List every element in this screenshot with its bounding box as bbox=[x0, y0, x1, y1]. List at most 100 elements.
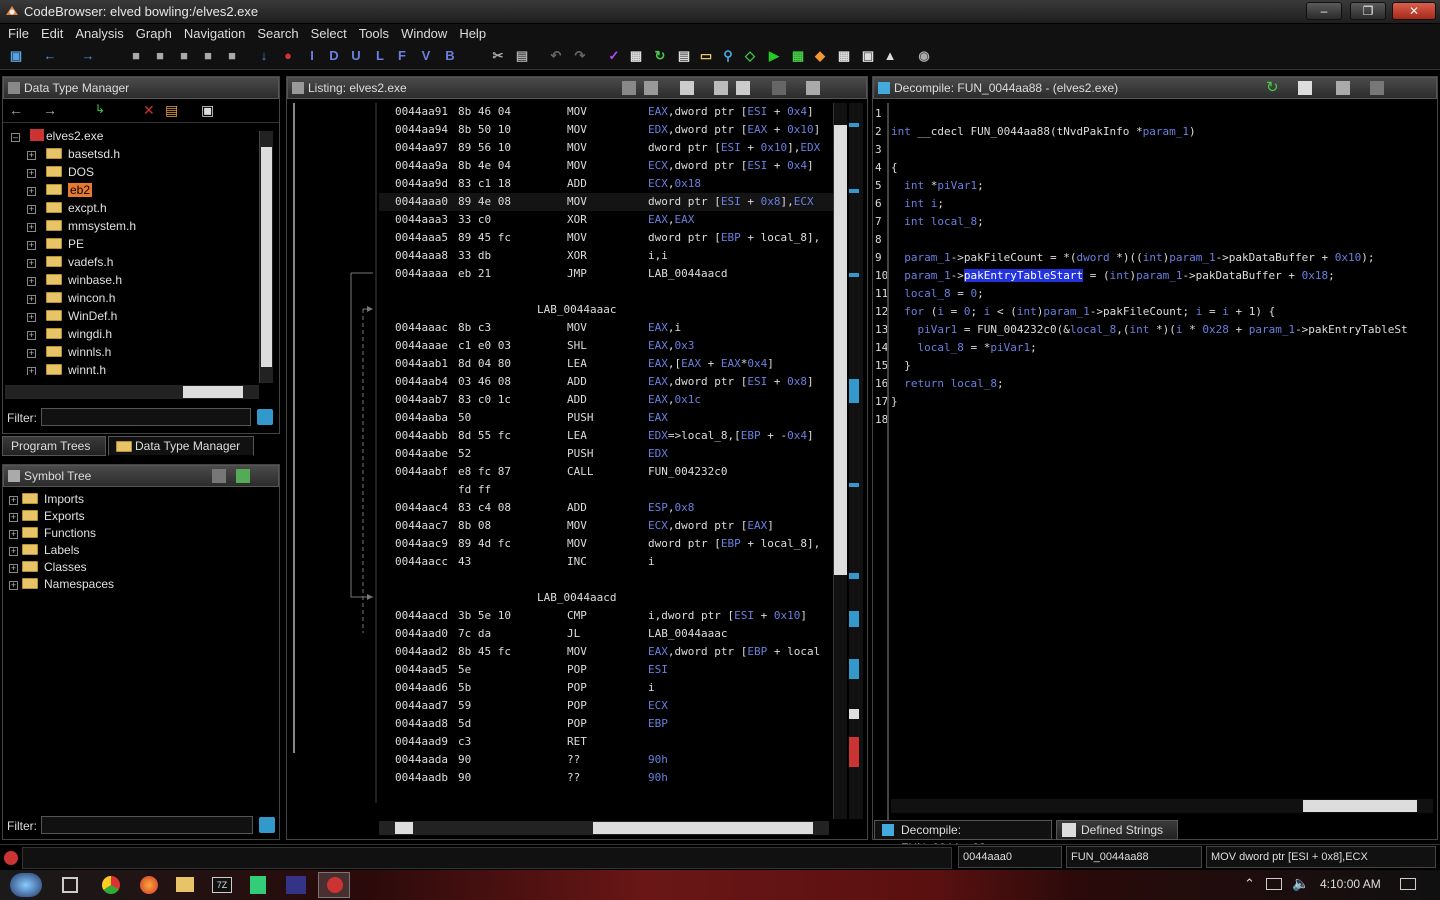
dtm-root[interactable]: – elves2.exe bbox=[11, 127, 279, 145]
maximize-button[interactable]: ❐ bbox=[1350, 2, 1386, 20]
stop-icon[interactable]: ● bbox=[280, 48, 296, 64]
decompile-line[interactable]: 4{ bbox=[875, 159, 1435, 177]
dtm-hscroll-thumb[interactable] bbox=[183, 386, 243, 398]
code-text[interactable]: local_8 = 0; bbox=[891, 285, 983, 303]
decompile-line[interactable]: 11 local_8 = 0; bbox=[875, 285, 1435, 303]
redo-icon[interactable]: ↷ bbox=[572, 48, 588, 64]
symtree-item[interactable]: + Exports bbox=[9, 508, 279, 525]
listing-row[interactable]: 0044aabf e8 fc 87 CALL FUN_004232c0 bbox=[379, 463, 835, 481]
listing-row[interactable]: 0044aacd 3b 5e 10 CMP i,dword ptr [ESI + 0x… bbox=[379, 607, 835, 625]
expand-icon[interactable]: + bbox=[9, 530, 18, 539]
firefox-icon[interactable] bbox=[140, 876, 158, 894]
checkmark-icon[interactable]: ✓ bbox=[606, 48, 622, 64]
listing-label-row[interactable]: LAB_0044aaac bbox=[379, 301, 835, 319]
refresh-icon[interactable]: ↻ bbox=[652, 48, 668, 64]
listing-options-icon[interactable] bbox=[806, 81, 820, 95]
expand-icon[interactable]: + bbox=[9, 581, 18, 590]
network-icon[interactable] bbox=[1266, 878, 1282, 890]
code-text[interactable]: piVar1 = FUN_004232c0(&local_8,(int *)(i… bbox=[891, 321, 1408, 339]
expand-icon[interactable]: + bbox=[27, 223, 36, 232]
navigate-label-icon[interactable]: ■ bbox=[200, 48, 216, 64]
listing-blank-row[interactable] bbox=[379, 571, 835, 589]
nav-i-icon[interactable]: I bbox=[304, 48, 320, 64]
listing-row[interactable]: 0044aabb 8d 55 fc LEA EDX=>local_8,[EBP + -… bbox=[379, 427, 835, 445]
menu-tools[interactable]: Tools bbox=[353, 24, 395, 44]
expand-icon[interactable]: + bbox=[9, 513, 18, 522]
listing-row[interactable]: 0044aab1 8d 04 80 LEA EAX,[EAX + EAX*0x4] bbox=[379, 355, 835, 373]
listing-row[interactable]: 0044aadb 90?? 90h bbox=[379, 769, 835, 787]
listing-vscroll-thumb[interactable] bbox=[834, 125, 847, 575]
dtm-item[interactable]: + winnt.h bbox=[11, 361, 279, 375]
cursor-icon[interactable] bbox=[680, 81, 694, 95]
menu-select[interactable]: Select bbox=[305, 24, 353, 44]
dtm-item[interactable]: + PE bbox=[11, 235, 279, 253]
dtm-item[interactable]: + wingdi.h bbox=[11, 325, 279, 343]
decompile-line[interactable]: 1 bbox=[875, 105, 1435, 123]
selected-token[interactable]: pakEntryTableStart bbox=[963, 269, 1084, 282]
decompile-line[interactable]: 7 int local_8; bbox=[875, 213, 1435, 231]
search-icon[interactable]: ⚲ bbox=[720, 48, 736, 64]
decompile-line[interactable]: 14 local_8 = *piVar1; bbox=[875, 339, 1435, 357]
decompile-line[interactable]: 18 bbox=[875, 411, 1435, 429]
code-text[interactable]: local_8 = *piVar1; bbox=[891, 339, 1037, 357]
dtm-vscrollbar[interactable] bbox=[259, 131, 273, 383]
dtm-item[interactable]: + wincon.h bbox=[11, 289, 279, 307]
listing-row[interactable]: 0044aad8 5d POP EBP bbox=[379, 715, 835, 733]
dtm-archive-icon[interactable]: ▤ bbox=[165, 102, 178, 119]
menu-analysis[interactable]: Analysis bbox=[69, 24, 129, 44]
decompile-line[interactable]: 15 } bbox=[875, 357, 1435, 375]
expand-icon[interactable]: + bbox=[27, 241, 36, 250]
listing-row[interactable]: 0044aaba 50 PUSH EAX bbox=[379, 409, 835, 427]
close-button[interactable]: ✕ bbox=[1392, 2, 1436, 20]
dtm-hscrollbar[interactable] bbox=[5, 385, 259, 399]
listing-vscrollbar[interactable] bbox=[833, 103, 847, 819]
memory-icon[interactable]: ▤ bbox=[676, 48, 692, 64]
volume-icon[interactable]: 🔈 bbox=[1292, 875, 1309, 892]
symtree-filter-input[interactable] bbox=[41, 816, 253, 834]
export-icon[interactable] bbox=[1336, 81, 1350, 95]
tree-icon[interactable]: ▲ bbox=[882, 48, 898, 64]
listing-row[interactable]: 0044aaae c1 e0 03 SHL EAX,0x3 bbox=[379, 337, 835, 355]
refresh-icon[interactable]: ↻ bbox=[1266, 80, 1279, 96]
symtree-link-icon[interactable] bbox=[236, 469, 250, 483]
menu-file[interactable]: File bbox=[2, 24, 35, 44]
decompile-line[interactable]: 3 bbox=[875, 141, 1435, 159]
expand-icon[interactable]: + bbox=[27, 331, 36, 340]
decompile-line[interactable]: 13 piVar1 = FUN_004232c0(&local_8,(int *… bbox=[875, 321, 1435, 339]
folder-icon[interactable]: ▭ bbox=[698, 48, 714, 64]
code-text[interactable]: } bbox=[891, 393, 898, 411]
symtree-item[interactable]: + Classes bbox=[9, 559, 279, 576]
expand-icon[interactable]: + bbox=[27, 349, 36, 358]
menu-help[interactable]: Help bbox=[453, 24, 492, 44]
filter-options-icon[interactable] bbox=[259, 817, 275, 833]
listing-row[interactable]: 0044aa9d 83 c1 18 ADD ECX,0x18 bbox=[379, 175, 835, 193]
save-icon[interactable]: ▣ bbox=[8, 48, 24, 64]
tab-decompile[interactable]: Decompile: FUN_0044aa88 bbox=[874, 820, 1052, 855]
code-text[interactable]: int __cdecl FUN_0044aa88(tNvdPakInfo *pa… bbox=[891, 123, 1196, 141]
down-arrow-icon[interactable]: ↓ bbox=[256, 48, 272, 64]
script-icon[interactable]: ▦ bbox=[790, 48, 806, 64]
listing-row[interactable]: 0044aab4 03 46 08 ADD EAX,dword ptr [ESI + … bbox=[379, 373, 835, 391]
dtm-item[interactable]: + DOS bbox=[11, 163, 279, 181]
nav-d-icon[interactable]: D bbox=[326, 48, 342, 64]
app-icon[interactable] bbox=[250, 876, 266, 894]
listing-row[interactable]: 0044aaa8 33 db XOR i,i bbox=[379, 247, 835, 265]
listing-row[interactable]: 0044aad0 7c da JL LAB_0044aaac bbox=[379, 625, 835, 643]
listing-row[interactable]: 0044aada 90?? 90h bbox=[379, 751, 835, 769]
listing-row[interactable]: 0044aad2 8b 45 fc MOV EAX,dword ptr [EBP + … bbox=[379, 643, 835, 661]
menu-graph[interactable]: Graph bbox=[130, 24, 178, 44]
decompile-line[interactable]: 12 for (i = 0; i < (int)param_1->pakFile… bbox=[875, 303, 1435, 321]
listing-row[interactable]: 0044aabe 52 PUSH EDX bbox=[379, 445, 835, 463]
tray-expand-icon[interactable]: ⌃ bbox=[1244, 876, 1255, 892]
menu-search[interactable]: Search bbox=[251, 24, 304, 44]
listing-row[interactable]: 0044aad6 5b POP i bbox=[379, 679, 835, 697]
code-text[interactable]: { bbox=[891, 159, 898, 177]
bytes-icon[interactable]: ▦ bbox=[628, 48, 644, 64]
diff-icon[interactable] bbox=[736, 81, 750, 95]
listing-row[interactable]: 0044aa91 8b 46 04 MOV EAX,dword ptr [ESI + … bbox=[379, 103, 835, 121]
expand-icon[interactable]: + bbox=[9, 564, 18, 573]
undo-icon[interactable]: ↶ bbox=[548, 48, 564, 64]
expand-icon[interactable]: + bbox=[27, 277, 36, 286]
menu-navigation[interactable]: Navigation bbox=[178, 24, 251, 44]
symtree-item[interactable]: + Labels bbox=[9, 542, 279, 559]
